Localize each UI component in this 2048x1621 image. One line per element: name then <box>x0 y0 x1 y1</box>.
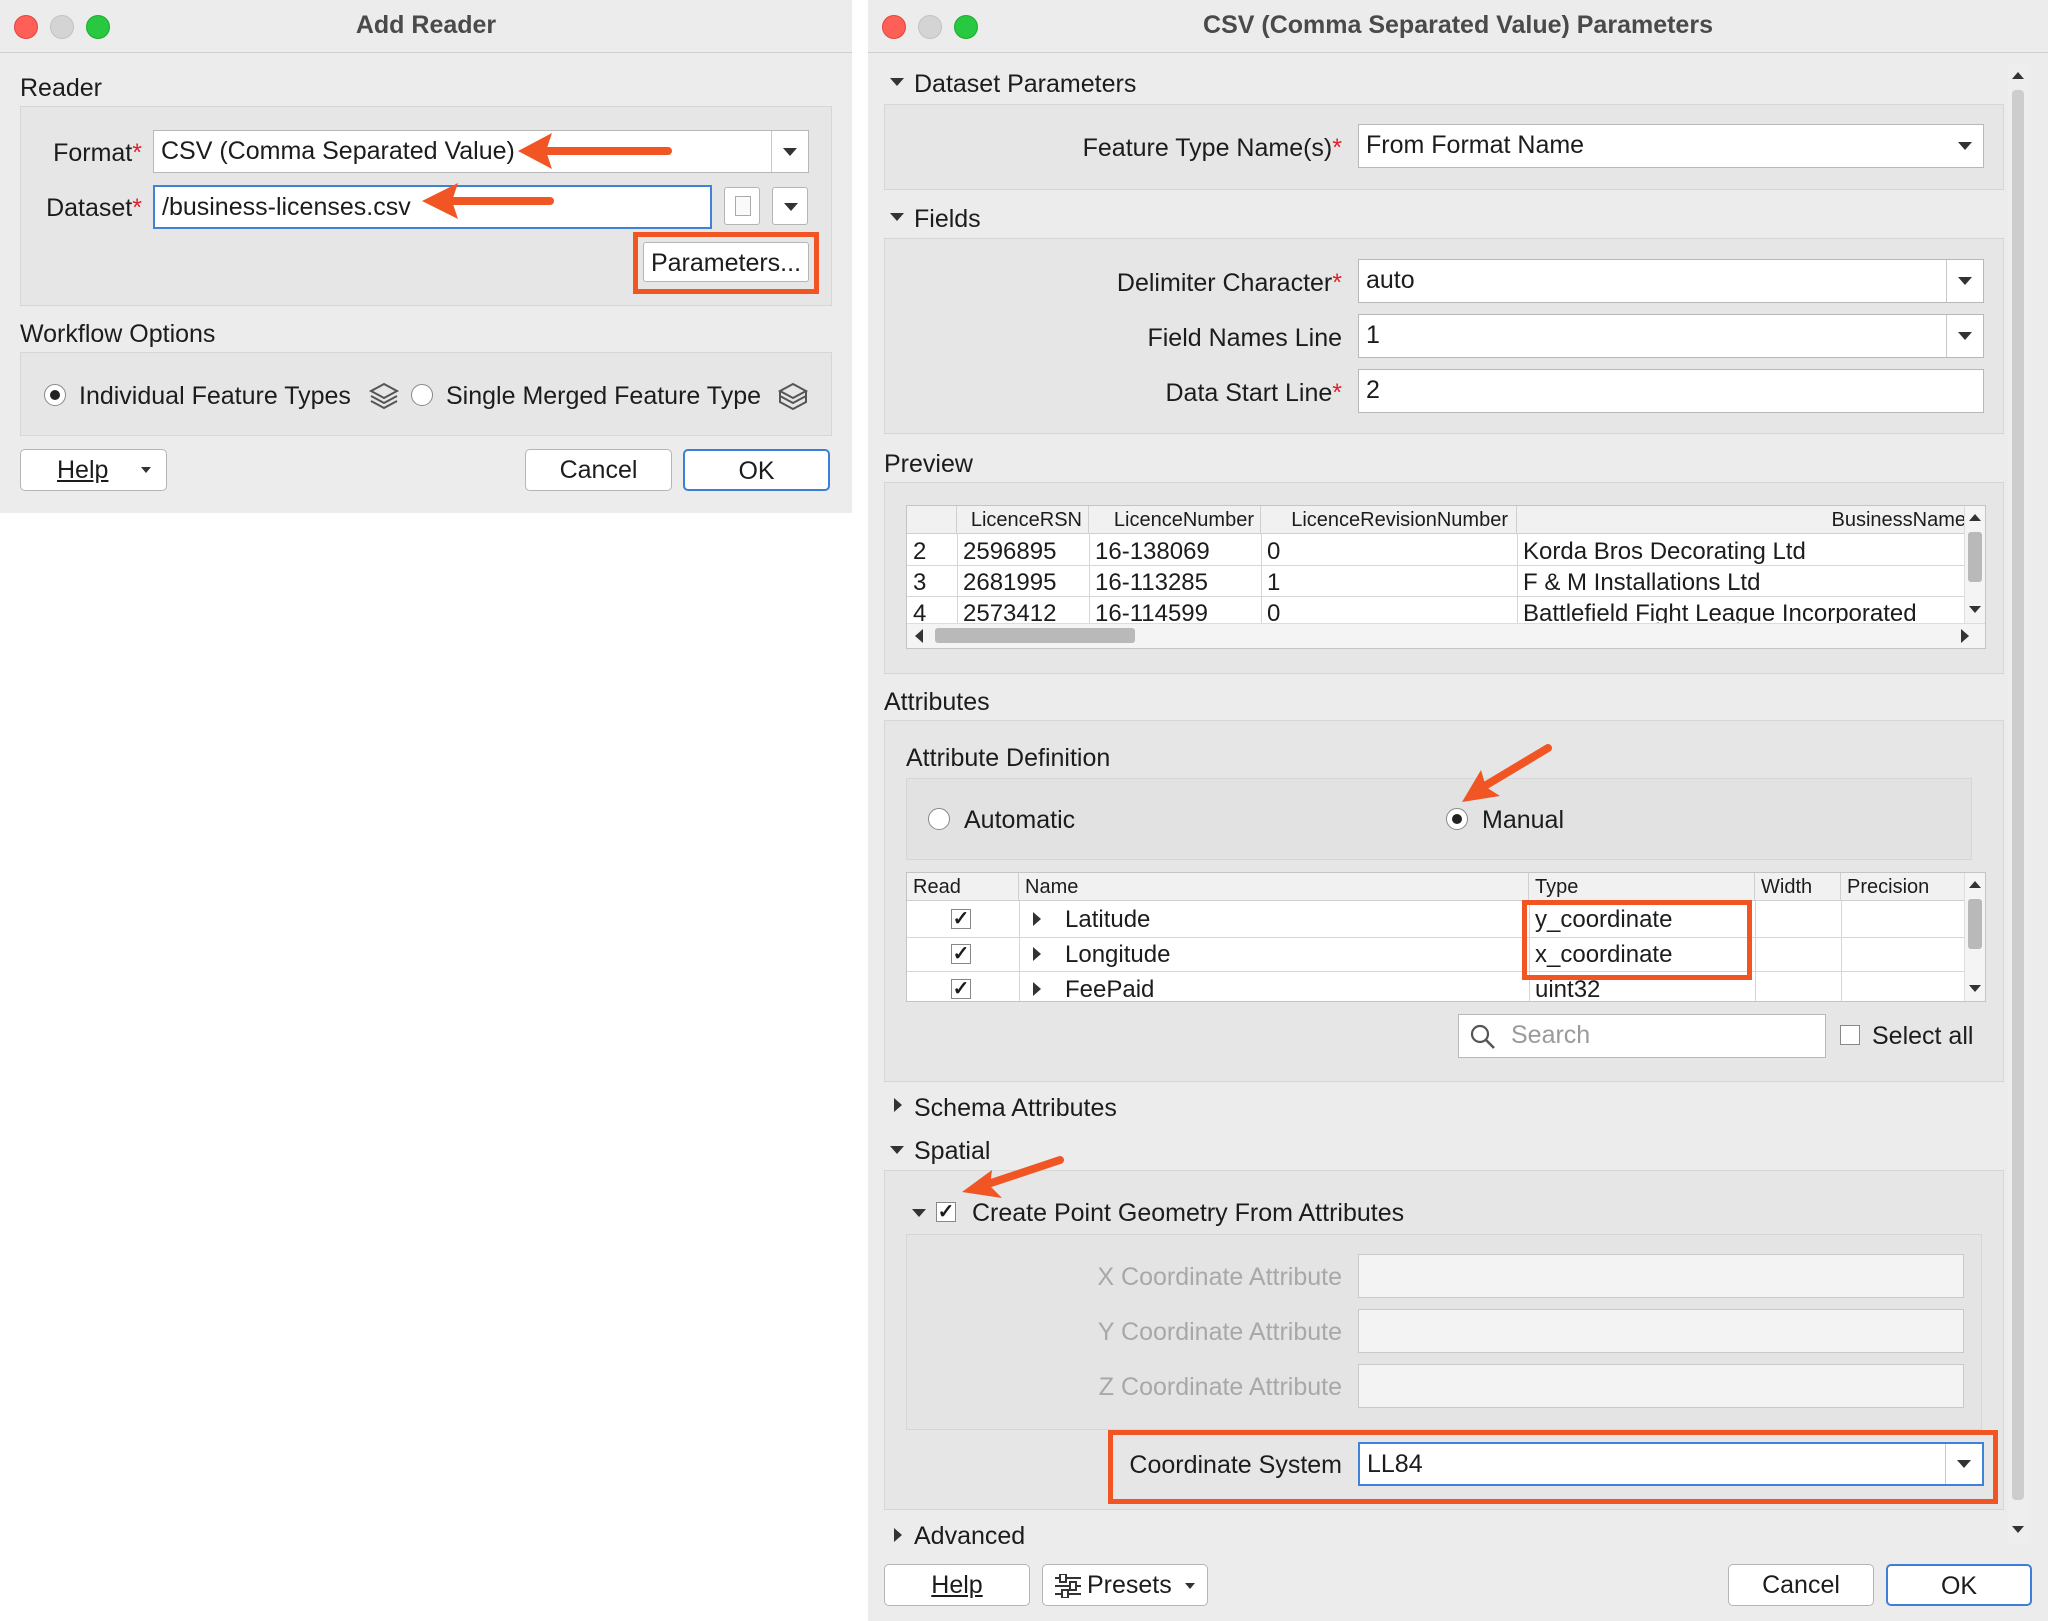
arrow-icon <box>518 133 672 169</box>
annotation-arrows <box>422 133 1552 1198</box>
arrow-icon <box>962 1156 1064 1198</box>
arrow-icon <box>1462 744 1552 802</box>
arrow-icon <box>422 183 554 219</box>
